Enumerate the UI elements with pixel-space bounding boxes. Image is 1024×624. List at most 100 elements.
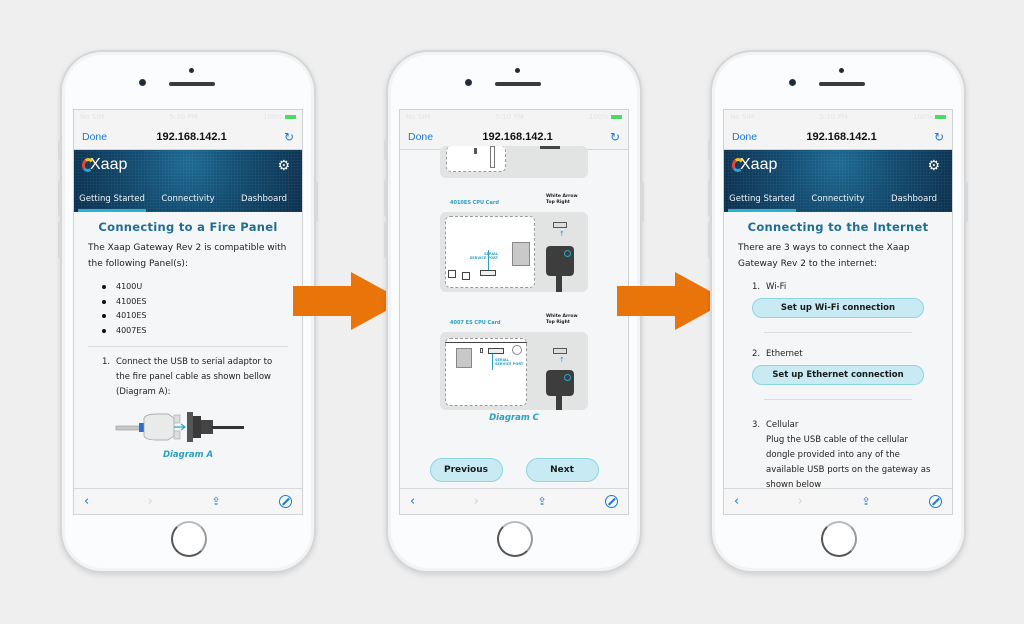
tab-connectivity[interactable]: Connectivity bbox=[800, 186, 876, 212]
list-item: 4007ES bbox=[102, 324, 292, 339]
tab-connectivity[interactable]: Connectivity bbox=[150, 186, 226, 212]
compass-icon[interactable] bbox=[604, 495, 618, 508]
compass-icon[interactable] bbox=[928, 495, 942, 508]
page-content: 4010ES CPU Card White Arrow Top Right SE… bbox=[400, 146, 628, 446]
option-label: Ethernet bbox=[766, 349, 803, 359]
home-button[interactable] bbox=[171, 521, 207, 557]
page-title: Connecting to a Fire Panel bbox=[98, 220, 278, 234]
gear-icon[interactable]: ⚙ bbox=[277, 158, 290, 174]
earpiece-speaker bbox=[495, 82, 541, 86]
back-icon[interactable]: ‹ bbox=[734, 494, 739, 509]
screen: No SIM 5:10 PM 100% Done 192.168.142.1 ↻… bbox=[399, 109, 629, 515]
share-icon[interactable]: ⇪ bbox=[861, 495, 870, 508]
port-label: SERIAL SERVICE PORT bbox=[469, 252, 498, 260]
done-button[interactable]: Done bbox=[408, 131, 433, 143]
card-note: White Arrow Top Right bbox=[546, 194, 578, 205]
url-label[interactable]: 192.168.142.1 bbox=[482, 131, 552, 143]
done-button[interactable]: Done bbox=[82, 131, 107, 143]
compass-icon[interactable] bbox=[278, 495, 292, 508]
option-wifi: 1. Wi-Fi bbox=[752, 280, 938, 295]
battery-indicator: 100% bbox=[589, 113, 622, 121]
url-label[interactable]: 192.168.142.1 bbox=[156, 131, 226, 143]
xaap-logo[interactable]: Xaap bbox=[80, 156, 127, 174]
done-button[interactable]: Done bbox=[732, 131, 757, 143]
phone-diagram-c: No SIM 5:10 PM 100% Done 192.168.142.1 ↻… bbox=[384, 50, 644, 573]
previous-button[interactable]: Previous bbox=[429, 458, 503, 482]
forward-icon[interactable]: › bbox=[148, 494, 153, 509]
app-header: Xaap ⚙ Getting Started Connectivity Dash… bbox=[74, 150, 302, 212]
reload-icon[interactable]: ↻ bbox=[934, 130, 944, 144]
list-item: 4100ES bbox=[102, 295, 292, 310]
setup-ethernet-button[interactable]: Set up Ethernet connection bbox=[752, 365, 924, 385]
intro-text: The Xaap Gateway Rev 2 is compatible wit… bbox=[88, 243, 287, 269]
url-label[interactable]: 192.168.142.1 bbox=[806, 131, 876, 143]
carrier: No SIM bbox=[80, 113, 105, 121]
volume-up-button bbox=[708, 180, 711, 216]
battery-icon bbox=[285, 115, 296, 119]
reload-icon[interactable]: ↻ bbox=[284, 130, 294, 144]
panel-list: 4100U 4100ES 4010ES 4007ES bbox=[102, 280, 292, 338]
pagination: Previous Next bbox=[400, 458, 628, 482]
page-content: Connecting to a Fire Panel The Xaap Gate… bbox=[74, 220, 302, 460]
xaap-logo[interactable]: Xaap bbox=[730, 156, 777, 174]
front-camera bbox=[465, 79, 472, 86]
app-tabs: Getting Started Connectivity Dashboard bbox=[724, 186, 952, 212]
cpu-card-4007es-diagram: SERIAL SERVICE PORT ↑ bbox=[440, 332, 588, 410]
option-cellular: 3. Cellular Plug the USB cable of the ce… bbox=[752, 418, 938, 493]
front-camera bbox=[139, 79, 146, 86]
next-button[interactable]: Next bbox=[525, 458, 599, 482]
earpiece-speaker bbox=[169, 82, 215, 86]
tab-dashboard[interactable]: Dashboard bbox=[226, 186, 302, 212]
cpu-card-top-clipped bbox=[440, 146, 588, 178]
tab-dashboard[interactable]: Dashboard bbox=[876, 186, 952, 212]
power-button bbox=[641, 182, 644, 222]
share-icon[interactable]: ⇪ bbox=[211, 495, 220, 508]
share-icon[interactable]: ⇪ bbox=[537, 495, 546, 508]
carrier: No SIM bbox=[406, 113, 431, 121]
option-label: Wi-Fi bbox=[766, 282, 787, 292]
battery-indicator: 100% bbox=[263, 113, 296, 121]
status-bar: No SIM 5:10 PM 100% bbox=[400, 110, 628, 124]
browser-navbar: Done 192.168.142.1 ↻ bbox=[724, 124, 952, 150]
page-content: Connecting to the Internet There are 3 w… bbox=[724, 220, 952, 493]
phone-connecting-internet: No SIM 5:10 PM 100% Done 192.168.142.1 ↻… bbox=[708, 50, 968, 573]
divider bbox=[88, 346, 288, 347]
step-1: 1. Connect the USB to serial adaptor to … bbox=[102, 355, 288, 400]
gear-icon[interactable]: ⚙ bbox=[927, 158, 940, 174]
screen: No SIM 5:10 PM 100% Done 192.168.142.1 ↻… bbox=[723, 109, 953, 515]
home-button[interactable] bbox=[497, 521, 533, 557]
mute-switch bbox=[58, 140, 61, 160]
clock: 5:10 PM bbox=[495, 113, 524, 121]
app-header: Xaap ⚙ Getting Started Connectivity Dash… bbox=[724, 150, 952, 212]
tab-getting-started[interactable]: Getting Started bbox=[74, 186, 150, 212]
option-label: Cellular bbox=[766, 420, 799, 430]
volume-down-button bbox=[708, 222, 711, 258]
card-note: White Arrow Top Right bbox=[546, 314, 578, 325]
volume-up-button bbox=[58, 180, 61, 216]
divider bbox=[764, 332, 912, 333]
home-button[interactable] bbox=[821, 521, 857, 557]
status-bar: No SIM 5:10 PM 100% bbox=[74, 110, 302, 124]
reload-icon[interactable]: ↻ bbox=[610, 130, 620, 144]
forward-icon[interactable]: › bbox=[798, 494, 803, 509]
earpiece-speaker bbox=[819, 82, 865, 86]
browser-navbar: Done 192.168.142.1 ↻ bbox=[74, 124, 302, 150]
sensor bbox=[189, 68, 194, 73]
step-text: Connect the USB to serial adaptor to the… bbox=[116, 357, 273, 397]
browser-toolbar: ‹ › ⇪ bbox=[74, 488, 302, 514]
volume-up-button bbox=[384, 180, 387, 216]
browser-toolbar: ‹ › ⇪ bbox=[724, 488, 952, 514]
tab-getting-started[interactable]: Getting Started bbox=[724, 186, 800, 212]
card-label: 4007 ES CPU Card bbox=[450, 320, 501, 326]
setup-wifi-button[interactable]: Set up Wi-Fi connection bbox=[752, 298, 924, 318]
mute-switch bbox=[384, 140, 387, 160]
sensor bbox=[839, 68, 844, 73]
option-description: Plug the USB cable of the cellular dongl… bbox=[766, 435, 931, 490]
battery-icon bbox=[611, 115, 622, 119]
back-icon[interactable]: ‹ bbox=[84, 494, 89, 509]
back-icon[interactable]: ‹ bbox=[410, 494, 415, 509]
mute-switch bbox=[708, 140, 711, 160]
screen: No SIM 5:10 PM 100% Done 192.168.142.1 ↻… bbox=[73, 109, 303, 515]
forward-icon[interactable]: › bbox=[474, 494, 479, 509]
step-number: 1. bbox=[102, 357, 111, 367]
